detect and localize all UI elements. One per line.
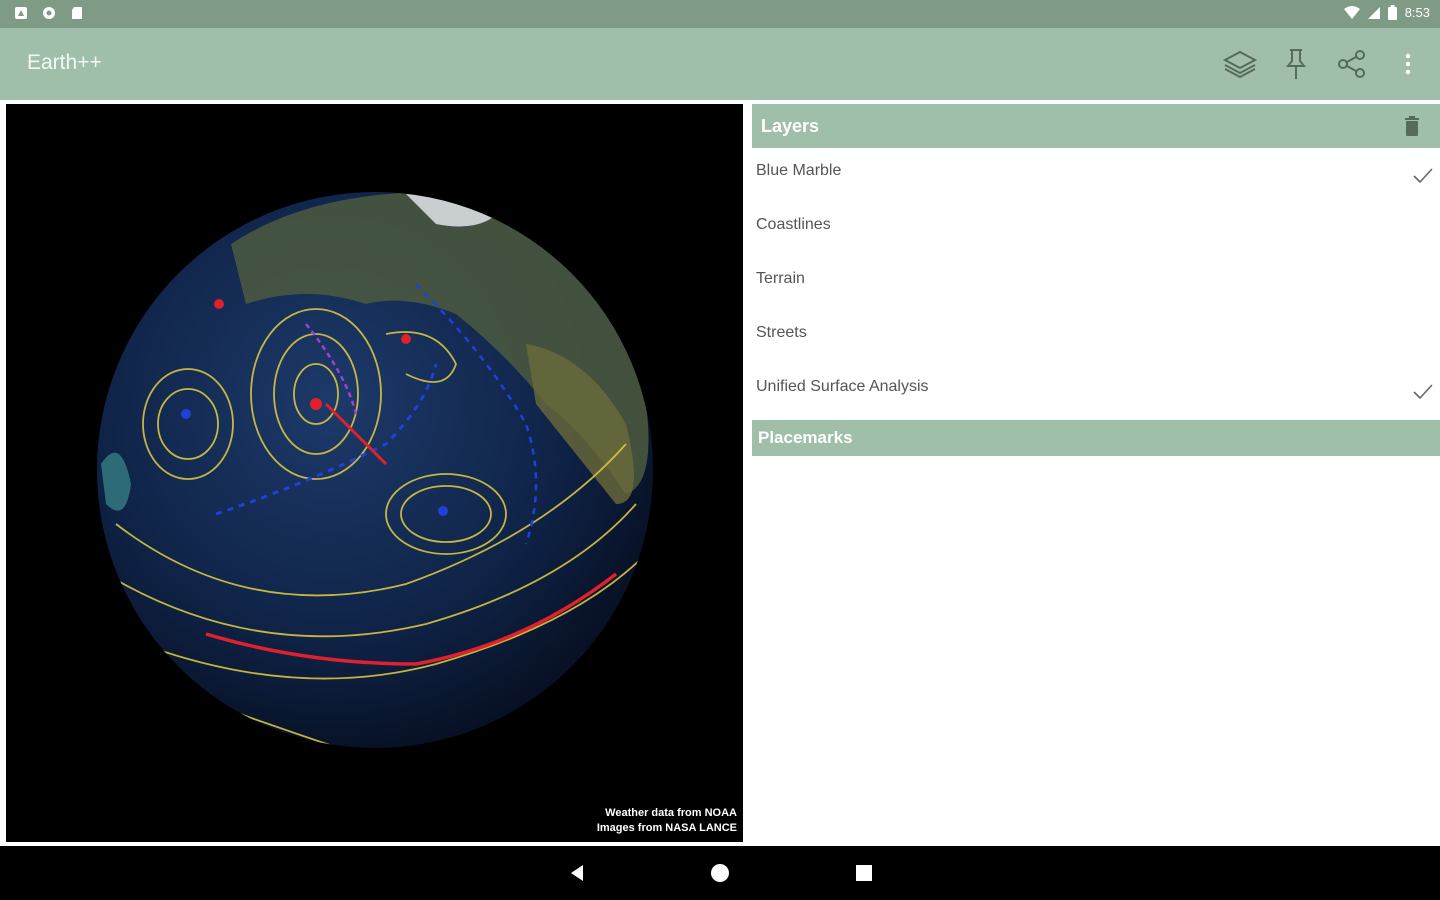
app-title: Earth++ [27,51,102,74]
layers-header: Layers [752,104,1440,148]
home-icon [711,864,729,882]
layer-item-blue-marble[interactable]: Blue Marble [752,148,1440,202]
recents-icon [856,865,872,881]
placemarks-header[interactable]: Placemarks [752,420,1440,456]
navigation-bar [0,846,1440,900]
pin-button[interactable] [1278,46,1314,82]
app-bar: Earth++ [0,28,1440,100]
notification-icon [15,7,27,19]
overflow-menu-icon [1405,53,1411,75]
status-time: 8:53 [1404,5,1430,20]
trash-icon[interactable] [1404,116,1420,136]
status-bar-left-icons [14,6,84,20]
credit-nasa: Images from NASA LANCE [596,822,737,834]
placemarks-header-title: Placemarks [758,428,853,447]
layer-list: Blue Marble Coastlines Terrain Streets U… [752,148,1440,418]
recents-button[interactable] [851,860,877,886]
wifi-icon [1343,5,1360,19]
status-bar: 8:53 [0,0,1440,28]
layer-item-terrain[interactable]: Terrain [752,256,1440,310]
layers-header-title: Layers [761,115,820,136]
back-button[interactable] [564,860,590,886]
check-icon [1413,168,1433,184]
layer-item-unified-surface-analysis[interactable]: Unified Surface Analysis [752,364,1440,418]
settings-circle-icon [43,7,55,19]
share-button[interactable] [1334,46,1370,82]
home-button[interactable] [707,860,733,886]
map-credits: Weather data from NOAA Images from NASA … [597,806,737,836]
battery-icon [1387,5,1397,20]
share-icon [1338,50,1365,78]
app-bar-actions [1222,46,1426,82]
pin-icon [1285,49,1307,79]
credit-noaa: Weather data from NOAA [605,807,737,819]
layers-side-panel: Layers Blue Marble Coastlines Terrain St… [752,104,1440,842]
sd-card-icon [72,7,82,19]
check-icon [1413,384,1433,400]
layers-icon [1223,50,1257,79]
globe-canvas[interactable] [6,104,743,842]
layer-label: Coastlines [756,216,831,233]
layer-item-streets[interactable]: Streets [752,310,1440,364]
back-icon [571,865,583,881]
layer-label: Blue Marble [756,162,842,179]
layer-item-coastlines[interactable]: Coastlines [752,202,1440,256]
globe-view[interactable]: Weather data from NOAA Images from NASA … [6,104,743,842]
signal-icon [1367,6,1380,19]
layer-label: Unified Surface Analysis [756,378,929,395]
layer-label: Streets [756,324,807,341]
overflow-menu-button[interactable] [1390,46,1426,82]
status-bar-right: 8:53 [1343,5,1430,20]
layers-button[interactable] [1222,46,1258,82]
layer-label: Terrain [756,270,805,287]
